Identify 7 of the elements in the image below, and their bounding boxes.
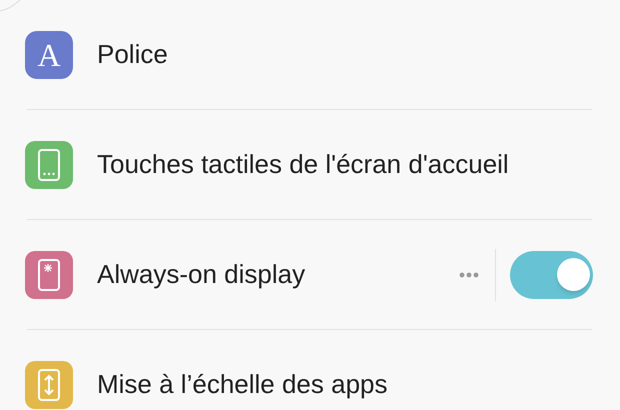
setting-label: Touches tactiles de l'écran d'accueil [97,148,509,181]
setting-label: Always-on display [97,258,306,291]
setting-label: Mise à l’échelle des apps [97,368,388,401]
setting-label: Police [97,38,168,71]
toggle-switch[interactable] [510,250,593,298]
letter-icon: A [25,30,73,78]
more-icon[interactable] [459,272,479,278]
